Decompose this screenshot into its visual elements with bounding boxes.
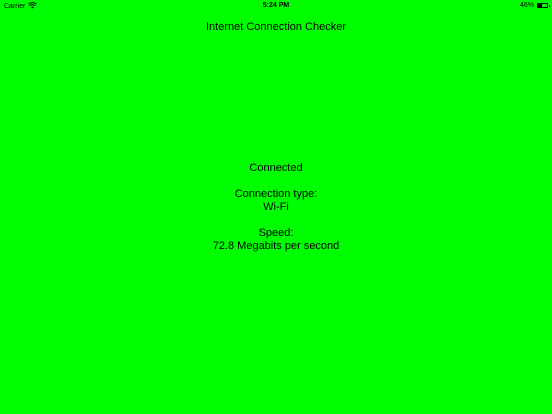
battery-icon: [537, 3, 550, 8]
battery-percent: 46%: [519, 2, 534, 9]
speed-value: 72.8 Megabits per second: [212, 240, 340, 252]
status-right: 46%: [519, 2, 550, 9]
battery-fill: [538, 4, 543, 7]
connection-type-label: Connection type:: [234, 188, 318, 200]
connection-info: Connected Connection type: Wi-Fi Speed: …: [0, 162, 552, 253]
status-bar: Carrier 5:24 PM 46%: [0, 0, 552, 12]
connection-status: Connected: [249, 162, 303, 174]
status-time: 5:24 PM: [262, 2, 290, 9]
page-title: Internet Connection Checker: [205, 21, 347, 33]
speed-label: Speed:: [258, 227, 294, 239]
connection-type-value: Wi-Fi: [263, 201, 289, 213]
